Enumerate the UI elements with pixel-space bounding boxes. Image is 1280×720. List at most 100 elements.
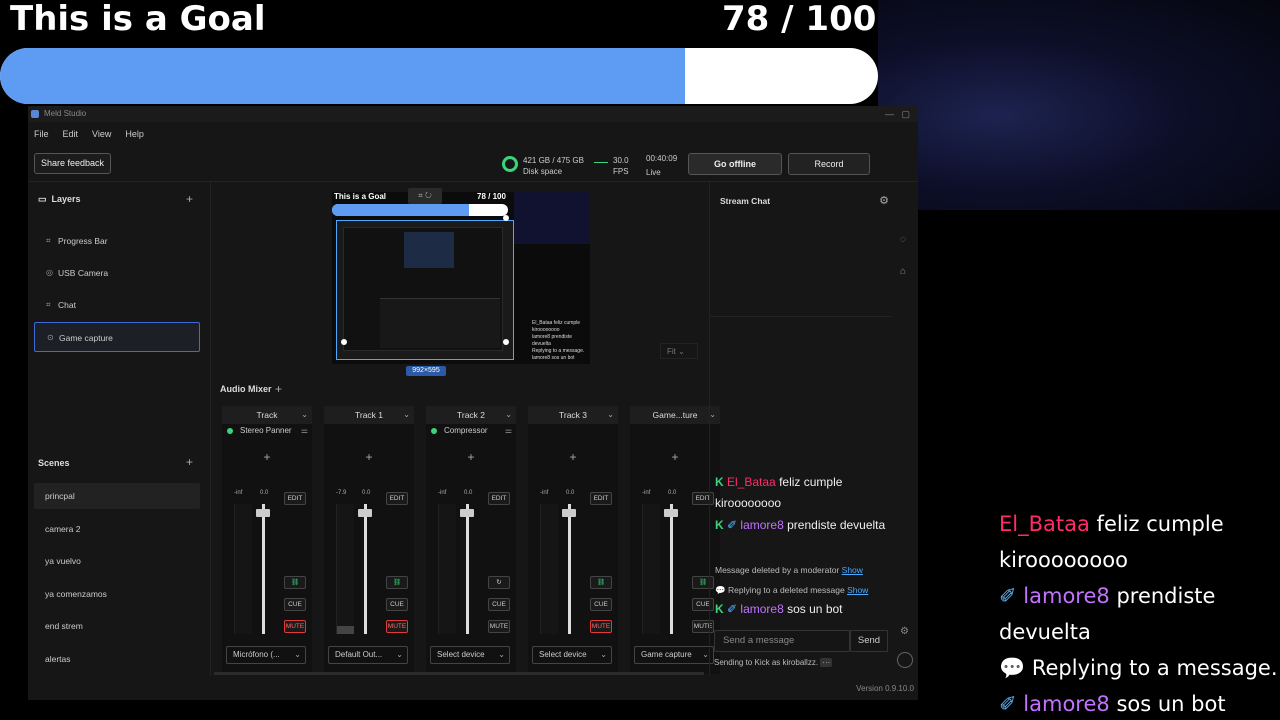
resize-handle-icon[interactable] [503, 215, 509, 221]
menu-view[interactable]: View [92, 126, 111, 142]
scene-item[interactable]: princpal [34, 483, 200, 509]
track-effect[interactable] [630, 424, 720, 438]
track-header[interactable]: Track 2 ⌄ [426, 406, 516, 424]
volume-fader-knob[interactable] [256, 508, 270, 517]
cue-button[interactable]: CUE [488, 598, 510, 611]
volume-fader-knob[interactable] [460, 508, 474, 517]
add-effect-button[interactable]: + [426, 450, 516, 464]
chat-username[interactable]: El_Bataa [727, 475, 776, 489]
more-options-icon[interactable]: ··· [820, 658, 833, 667]
edit-button[interactable]: EDIT [590, 492, 612, 505]
scene-item[interactable]: ya vuelvo [34, 548, 200, 574]
resize-handle-icon[interactable] [341, 339, 347, 345]
track-header[interactable]: Track ⌄ [222, 406, 312, 424]
chat-username[interactable]: lamore8 [740, 518, 783, 532]
chat-message-input[interactable]: Send a message [714, 630, 850, 652]
add-effect-button[interactable]: + [630, 450, 720, 464]
volume-fader-rail[interactable] [568, 504, 571, 634]
add-effect-button[interactable]: + [528, 450, 618, 464]
scene-item[interactable]: alertas [34, 646, 200, 672]
layer-item[interactable]: ⊙ Game capture [34, 322, 200, 352]
track-header[interactable]: Track 1 ⌄ [324, 406, 414, 424]
edit-button[interactable]: EDIT [284, 492, 306, 505]
device-select[interactable]: Micrófono (... ⌄ [226, 646, 306, 664]
track-header[interactable]: Game...ture ⌄ [630, 406, 720, 424]
show-deleted-link[interactable]: Show [842, 565, 863, 575]
device-select-value: Micrófono (... [233, 650, 280, 659]
device-select[interactable]: Default Out... ⌄ [328, 646, 408, 664]
record-button[interactable]: Record [788, 153, 870, 175]
track-effect[interactable]: Stereo Panner ⚌ [222, 424, 312, 438]
scene-item[interactable]: end strem [34, 613, 200, 639]
volume-fader-rail[interactable] [670, 504, 673, 634]
track-effect[interactable] [324, 424, 414, 438]
mute-button[interactable]: MUTE [590, 620, 612, 633]
add-layer-button[interactable]: + [186, 192, 193, 206]
window-controls[interactable]: — ▢ [885, 106, 910, 122]
chevron-down-icon: ⌄ [294, 650, 301, 659]
device-select-value: Select device [539, 650, 587, 659]
crop-icon[interactable]: ⌗ [418, 191, 423, 200]
volume-fader-rail[interactable] [466, 504, 469, 634]
track-effect[interactable]: Compressor ⚌ [426, 424, 516, 438]
layer-item[interactable]: ◎ USB Camera [34, 258, 200, 288]
go-offline-button[interactable]: Go offline [688, 153, 782, 175]
fit-select[interactable]: Fit ⌄ [660, 343, 698, 359]
cue-button[interactable]: CUE [590, 598, 612, 611]
add-track-button[interactable]: + [275, 382, 282, 396]
sliders-icon[interactable]: ⚌ [505, 424, 512, 438]
device-select[interactable]: Select device ⌄ [532, 646, 612, 664]
chevron-down-icon: ⌄ [505, 410, 512, 419]
overlay-chat-username: lamore8 [1023, 584, 1110, 608]
show-reply-link[interactable]: Show [847, 585, 868, 595]
send-button[interactable]: Send [850, 630, 888, 652]
preview-game-capture[interactable] [336, 215, 514, 360]
chat-username[interactable]: lamore8 [740, 602, 783, 616]
track-effect[interactable] [528, 424, 618, 438]
menu-edit[interactable]: Edit [63, 126, 79, 142]
share-feedback-button[interactable]: Share feedback [34, 153, 111, 174]
menu-file[interactable]: File [34, 126, 49, 142]
sliders-icon[interactable]: ⚌ [301, 424, 308, 438]
disk-label: Disk space [523, 167, 563, 176]
menu-help[interactable]: Help [125, 126, 144, 142]
add-effect-button[interactable]: + [324, 450, 414, 464]
layer-item[interactable]: ⌗ Chat [34, 290, 200, 320]
link-icon[interactable]: ↻ [488, 576, 510, 589]
edit-button[interactable]: EDIT [386, 492, 408, 505]
volume-fader-knob[interactable] [562, 508, 576, 517]
mute-button[interactable]: MUTE [488, 620, 510, 633]
layer-item[interactable]: ⌗ Progress Bar [34, 226, 200, 256]
scene-item[interactable]: camera 2 [34, 516, 200, 542]
volume-fader-knob[interactable] [358, 508, 372, 517]
audio-mixer-title: Audio Mixer [220, 384, 272, 394]
device-select[interactable]: Game capture ⌄ [634, 646, 714, 664]
link-icon[interactable]: ⛓ [386, 576, 408, 589]
edit-button[interactable]: EDIT [488, 492, 510, 505]
volume-fader-rail[interactable] [262, 504, 265, 634]
avatar[interactable] [897, 652, 913, 668]
track-header[interactable]: Track 3 ⌄ [528, 406, 618, 424]
device-select[interactable]: Select device ⌄ [430, 646, 510, 664]
gear-icon[interactable]: ⚙ [879, 194, 889, 207]
volume-fader-knob[interactable] [664, 508, 678, 517]
scene-item[interactable]: ya comenzamos [34, 581, 200, 607]
add-scene-button[interactable]: + [186, 455, 193, 469]
mixer-scrollbar[interactable] [214, 672, 704, 675]
link-icon[interactable]: ⛓ [284, 576, 306, 589]
crop-tools[interactable]: ⌗ ↻ [408, 188, 442, 204]
cue-button[interactable]: CUE [386, 598, 408, 611]
mute-button[interactable]: MUTE [284, 620, 306, 633]
chat-bubble-icon[interactable]: ◌ [900, 234, 906, 245]
link-icon[interactable]: ⛓ [590, 576, 612, 589]
broadcast-icon[interactable]: ⌂ [900, 266, 906, 277]
resize-handle-icon[interactable] [503, 339, 509, 345]
rotate-icon[interactable]: ↻ [425, 191, 432, 200]
cue-button[interactable]: CUE [284, 598, 306, 611]
add-effect-button[interactable]: + [222, 450, 312, 464]
mute-button[interactable]: MUTE [386, 620, 408, 633]
volume-fader-rail[interactable] [364, 504, 367, 634]
fps-stat: 30.0 FPS [613, 155, 629, 177]
scene-preview[interactable]: This is a Goal 78 / 100 El_Bataa feliz c… [332, 192, 590, 364]
settings-icon[interactable]: ⚙ [900, 626, 909, 637]
